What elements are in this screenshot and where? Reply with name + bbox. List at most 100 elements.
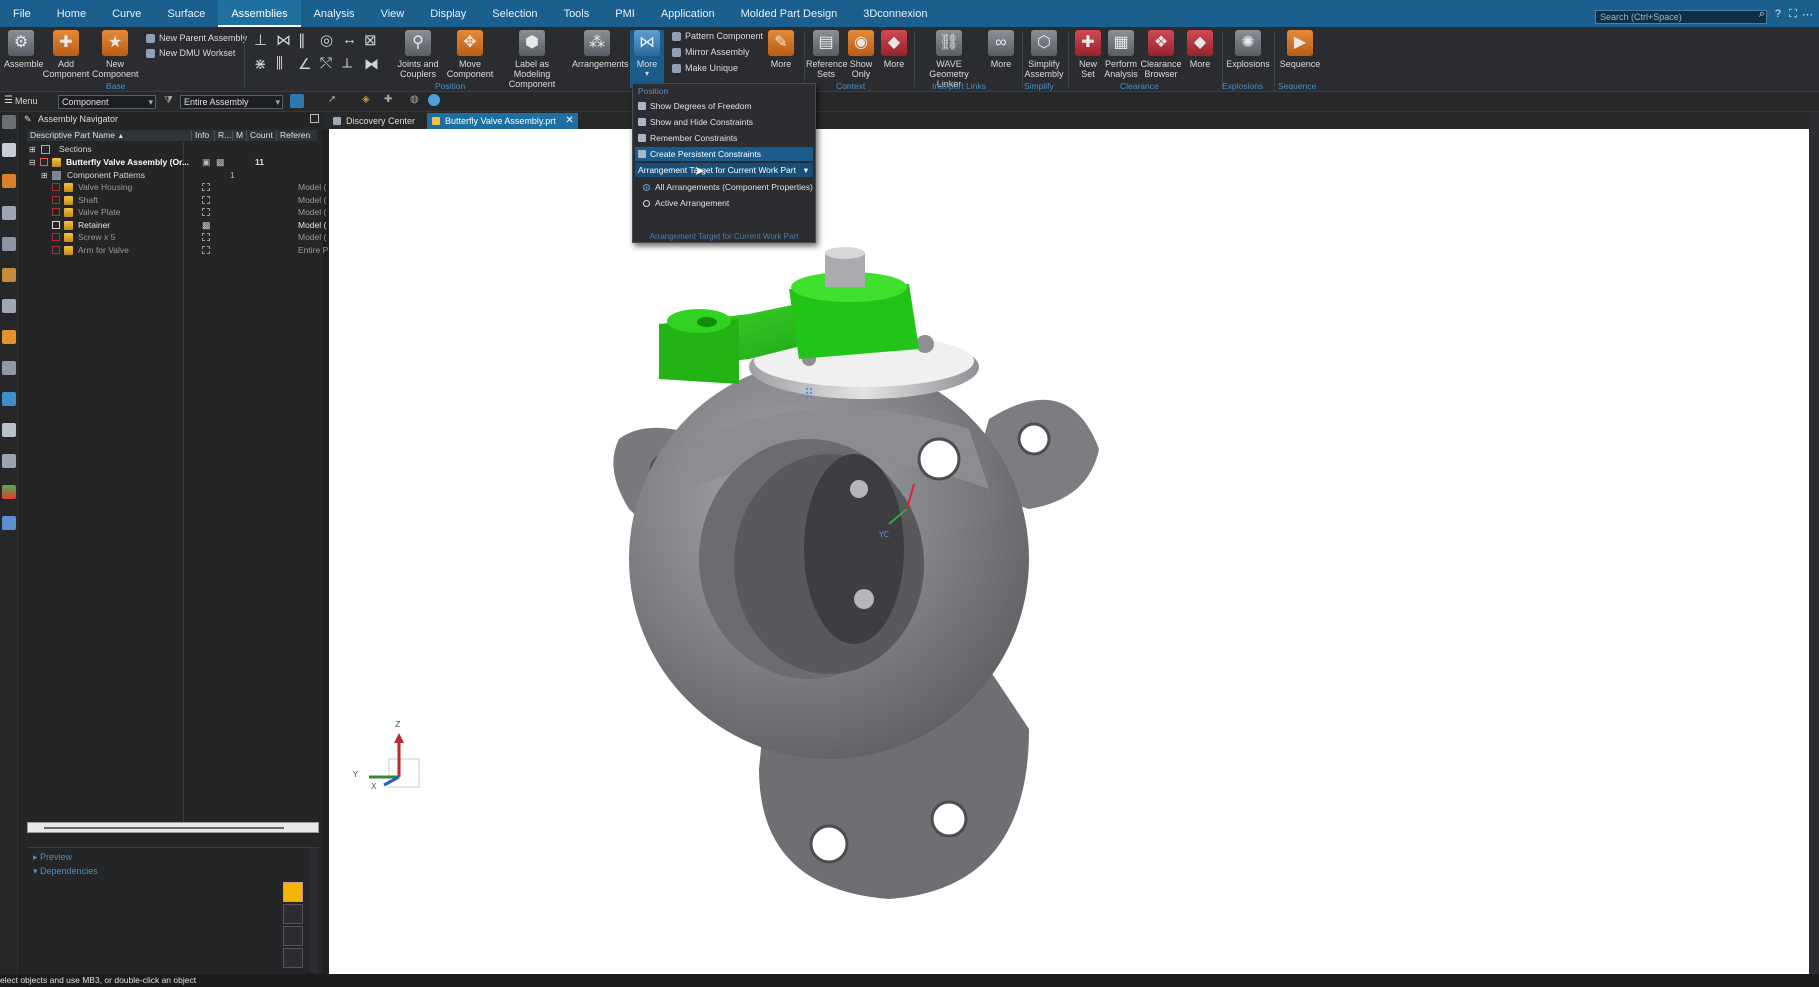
add-component-button[interactable]: ✚ Add Component (42, 30, 90, 79)
joints-and-couplers-button[interactable]: ⚲ Joints and Couplers (394, 30, 442, 79)
expand-icon[interactable]: ⊞ (29, 143, 36, 156)
thumbnail[interactable] (283, 926, 303, 946)
web-browser-icon[interactable] (2, 299, 16, 313)
tab-view[interactable]: View (368, 0, 418, 27)
add-selection-icon[interactable]: ✚ (384, 94, 392, 105)
more-context-button[interactable]: ◆ More (878, 30, 910, 69)
tab-selection[interactable]: Selection (479, 0, 550, 27)
tab-curve[interactable]: Curve (99, 0, 154, 27)
radio-all-arrangements[interactable]: All Arrangements (Component Properties) (643, 182, 813, 192)
tab-molded-part-design[interactable]: Molded Part Design (728, 0, 851, 27)
hd3d-tools-icon[interactable] (2, 268, 16, 282)
type-filter-select[interactable]: Component (58, 95, 156, 109)
tab-analysis[interactable]: Analysis (301, 0, 368, 27)
tree-row-valve-plate[interactable]: Valve Plate Model ( (27, 206, 326, 219)
tab-discovery-center[interactable]: Discovery Center (328, 113, 421, 129)
pattern-component-button[interactable]: Pattern Component (672, 31, 763, 42)
show-only-button[interactable]: ◉ Show Only (846, 30, 876, 79)
select-component-icon[interactable]: ◈ (362, 94, 370, 105)
help-icon[interactable]: ? (1775, 8, 1781, 20)
part-list-icon[interactable] (2, 516, 16, 530)
tab-3dconnexion[interactable]: 3Dconnexion (850, 0, 940, 27)
visibility-checkbox[interactable] (52, 246, 60, 254)
distance-icon[interactable]: ↔ (342, 31, 357, 48)
tab-pmi[interactable]: PMI (602, 0, 648, 27)
collapse-icon[interactable]: ⊟ (29, 156, 36, 169)
process-studio-icon[interactable] (2, 361, 16, 375)
fit-icon[interactable]: ⤲ (320, 55, 332, 72)
hamburger-icon[interactable]: ☰ (4, 95, 13, 106)
perform-analysis-button[interactable]: ▦ Perform Analysis (1104, 30, 1138, 79)
move-component-button[interactable]: ✥ Move Component (446, 30, 494, 79)
tree-row-assembly[interactable]: ⊟ Butterfly Valve Assembly (Or... ▣ ▩ 11 (27, 156, 317, 169)
system-scenes-icon[interactable] (2, 423, 16, 437)
visibility-checkbox[interactable] (40, 158, 48, 166)
parallel-icon[interactable]: ∥ (298, 31, 306, 49)
mirror-assembly-button[interactable]: Mirror Assembly (672, 47, 750, 58)
new-dmu-workset-button[interactable]: New DMU Workset (146, 48, 235, 59)
menu-item-remember-constraints[interactable]: Remember Constraints (635, 131, 813, 145)
more-component-button[interactable]: ✎ More (764, 30, 798, 69)
menu-button[interactable]: Menu (15, 96, 38, 106)
more-clearance-button[interactable]: ◆ More (1184, 30, 1216, 69)
radio-active-arrangement[interactable]: Active Arrangement (643, 198, 729, 208)
close-icon[interactable]: ✕ (565, 113, 573, 129)
graphics-window[interactable]: ⠿ YC Z Y X (329, 129, 1809, 974)
render-style-icon[interactable] (428, 94, 440, 106)
preview-scrollbar[interactable] (309, 848, 317, 973)
window-options-icon[interactable]: ⋯ (1802, 8, 1813, 21)
tree-row-sections[interactable]: ⊞ Sections (27, 143, 317, 156)
tree-row-arm-for-valve[interactable]: Arm for Valve Entire P (27, 244, 328, 257)
visibility-checkbox[interactable] (52, 208, 60, 216)
fullscreen-icon[interactable]: ⛶ (1789, 8, 1797, 21)
visibility-checkbox[interactable] (52, 221, 60, 229)
fix-constraint-icon[interactable]: ⋈ (276, 31, 291, 49)
tab-file[interactable]: File (0, 0, 44, 27)
make-unique-button[interactable]: Make Unique (672, 63, 738, 74)
new-component-button[interactable]: ★ New Component (92, 30, 139, 79)
concentric-icon[interactable]: ◎ (320, 31, 333, 49)
col-reference[interactable]: Referen (277, 130, 317, 141)
tab-tools[interactable]: Tools (551, 0, 603, 27)
navigator-horizontal-scrollbar[interactable] (27, 822, 319, 833)
gear-constraint-icon[interactable]: ⧓ (364, 55, 379, 73)
thumbnail[interactable] (283, 882, 303, 902)
visibility-checkbox[interactable] (52, 196, 60, 204)
label-as-modeling-component-button[interactable]: ⬢ Label as Modeling Component (496, 30, 568, 89)
thumbnail[interactable] (283, 948, 303, 968)
filter-icon[interactable]: ⧩ (164, 95, 173, 106)
pin-icon[interactable]: ✎ (24, 112, 32, 126)
align-lock-icon[interactable]: ⫼ (276, 55, 283, 72)
assembly-navigator-icon[interactable] (2, 174, 16, 188)
col-r[interactable]: R... (215, 130, 233, 141)
palette-icon[interactable] (2, 454, 16, 468)
new-set-button[interactable]: ✚ New Set (1072, 30, 1104, 79)
color-palette-icon[interactable] (2, 485, 16, 499)
valve-model[interactable]: ⠿ YC Z Y X (329, 129, 1809, 974)
sequence-button[interactable]: ▶ Sequence (1278, 30, 1322, 69)
thumbnail[interactable] (283, 904, 303, 924)
col-m[interactable]: M (233, 130, 247, 141)
col-descriptive-part-name[interactable]: Descriptive Part Name ▲ (27, 130, 192, 141)
selection-scope-select[interactable]: Entire Assembly (180, 95, 283, 109)
history-icon[interactable] (2, 330, 16, 344)
menu-item-create-persistent-constraints[interactable]: Create Persistent Constraints (635, 147, 813, 161)
menu-item-arrangement-target[interactable]: Arrangement Target for Current Work Part… (635, 163, 813, 177)
bond-icon[interactable]: ⊠ (364, 31, 377, 49)
visibility-checkbox[interactable] (52, 183, 60, 191)
clearance-browser-button[interactable]: ❖ Clearance Browser (1140, 30, 1182, 79)
tree-row-screw[interactable]: Screw x 5 Model ( (27, 231, 326, 244)
reference-sets-button[interactable]: ▤ Reference Sets (806, 30, 848, 79)
dependencies-section[interactable]: ▾ Dependencies (33, 866, 98, 877)
select-arrow-icon[interactable]: ➚ (328, 94, 336, 105)
col-count[interactable]: Count (247, 130, 277, 141)
constraint-navigator-icon[interactable] (2, 206, 16, 220)
new-parent-assembly-button[interactable]: New Parent Assembly (146, 33, 247, 44)
tab-application[interactable]: Application (648, 0, 728, 27)
more-position-button[interactable]: ⋈ More ▾ (630, 30, 664, 88)
explosions-button[interactable]: ✺ Explosions (1226, 30, 1270, 69)
menu-item-show-and-hide-constraints[interactable]: Show and Hide Constraints (635, 115, 813, 129)
part-navigator-icon[interactable] (2, 143, 16, 157)
tab-butterfly-valve-assembly[interactable]: Butterfly Valve Assembly.prt ✕ (427, 113, 578, 129)
touch-align-icon[interactable]: ⊥ (254, 31, 267, 49)
